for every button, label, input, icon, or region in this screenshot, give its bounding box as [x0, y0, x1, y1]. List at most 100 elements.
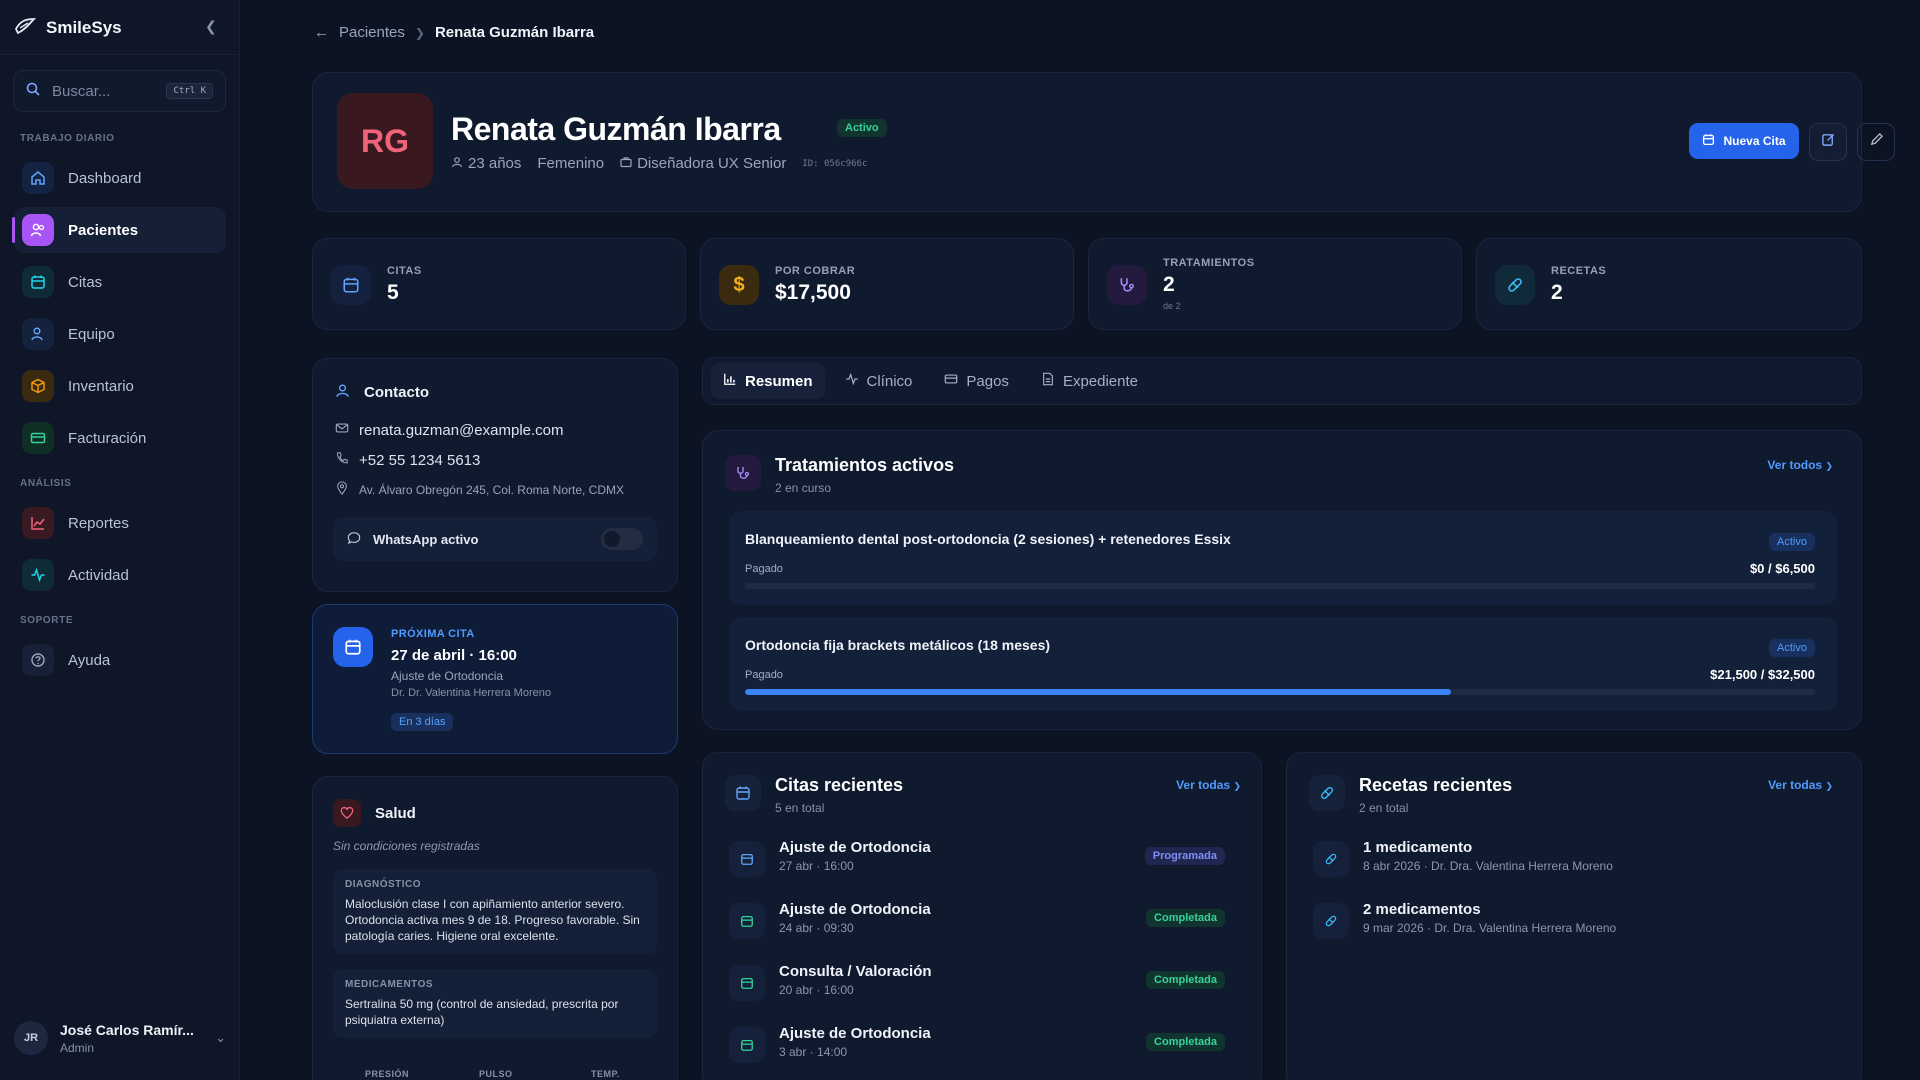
person-icon	[451, 155, 463, 172]
treatment-status: Activo	[1769, 533, 1815, 551]
stat-label: POR COBRAR	[775, 265, 856, 277]
sidebar-item-facturacion[interactable]: Facturación	[14, 415, 226, 461]
vital-pulse-label: PULSO	[479, 1069, 513, 1079]
prescription-row[interactable]: 2 medicamentos 9 mar 2026 · Dr. Dra. Val…	[1313, 897, 1823, 947]
prescription-title: 1 medicamento	[1363, 839, 1473, 856]
chevron-right-icon: ❯	[1825, 781, 1833, 791]
tab-label: Expediente	[1062, 372, 1138, 390]
brand[interactable]: SmileSys	[14, 16, 122, 40]
sidebar-item-pacientes[interactable]: Pacientes	[12, 207, 226, 253]
back-arrow-icon[interactable]: ←	[314, 24, 329, 41]
sidebar-item-ayuda[interactable]: Ayuda	[14, 637, 226, 683]
tab-resumen[interactable]: Resumen	[711, 363, 825, 399]
phone-icon	[335, 451, 349, 469]
collapse-sidebar-icon[interactable]: ❮	[205, 18, 217, 35]
document-icon	[1041, 372, 1055, 390]
stat-card-por-cobrar: $ POR COBRAR $17,500	[700, 238, 1074, 330]
mail-icon	[335, 421, 349, 439]
contact-address-text: Av. Álvaro Obregón 245, Col. Roma Norte,…	[359, 482, 624, 497]
appointment-row[interactable]: Ajuste de Ortodoncia 3 abr · 14:00 Compl…	[729, 1021, 1239, 1071]
edit-record-button[interactable]	[1809, 123, 1847, 161]
stat-card-recetas: RECETAS 2	[1476, 238, 1862, 330]
status-badge: Programada	[1144, 847, 1225, 865]
search-input[interactable]: Buscar...	[52, 83, 154, 100]
chart-icon	[22, 507, 54, 539]
box-icon	[22, 370, 54, 402]
sidebar-item-dashboard[interactable]: Dashboard	[14, 155, 226, 201]
contact-card: Contacto renata.guzman@example.com +52 5…	[312, 358, 678, 592]
contact-email[interactable]: renata.guzman@example.com	[335, 421, 564, 439]
treatment-item[interactable]: Blanqueamiento dental post-ortodoncia (2…	[729, 511, 1837, 605]
sidebar-item-label: Facturación	[68, 429, 147, 447]
appointments-sub: 5 en total	[775, 801, 825, 815]
next-appointment-card[interactable]: PRÓXIMA CITA 27 de abril · 16:00 Ajuste …	[312, 604, 678, 754]
chevron-down-icon[interactable]: ⌄	[215, 1030, 226, 1046]
next-appointment-doctor: Dr. Dr. Valentina Herrera Moreno	[391, 687, 551, 699]
sidebar-item-label: Inventario	[68, 377, 134, 395]
appointment-when: 24 abr · 09:30	[779, 921, 854, 935]
health-title-text: Salud	[375, 804, 416, 822]
patient-header: RG Renata Guzmán Ibarra Activo 23 años F…	[312, 72, 1895, 212]
status-badge: Completada	[1146, 909, 1225, 927]
sidebar-item-label: Dashboard	[68, 169, 142, 187]
health-card: Salud Sin condiciones registradas DIAGNÓ…	[312, 776, 678, 1080]
stat-value: 2	[1551, 281, 1563, 304]
sidebar-item-reportes[interactable]: Reportes	[14, 500, 226, 546]
contact-email-text: renata.guzman@example.com	[359, 421, 564, 439]
contact-phone[interactable]: +52 55 1234 5613	[335, 451, 480, 469]
appointment-title: Ajuste de Ortodoncia	[779, 1025, 931, 1042]
sidebar-item-actividad[interactable]: Actividad	[14, 552, 226, 598]
breadcrumb-parent[interactable]: Pacientes	[339, 24, 405, 41]
appointment-row[interactable]: Ajuste de Ortodoncia 24 abr · 09:30 Comp…	[729, 897, 1239, 947]
user-name: José Carlos Ramír...	[60, 1021, 194, 1038]
whatsapp-row: WhatsApp activo	[333, 517, 657, 561]
treatment-paid-label: Pagado	[745, 669, 783, 681]
calendar-icon	[333, 627, 373, 667]
divider	[0, 54, 240, 55]
tab-expediente[interactable]: Expediente	[1029, 363, 1150, 399]
patient-gender: Femenino	[537, 155, 605, 172]
edit-button[interactable]	[1857, 123, 1895, 161]
sidebar-item-equipo[interactable]: Equipo	[14, 311, 226, 357]
appointment-row[interactable]: Consulta / Valoración 20 abr · 16:00 Com…	[729, 959, 1239, 1009]
patient-avatar: RG	[337, 93, 433, 189]
view-all-prescriptions-link[interactable]: Ver todas ❯	[1768, 778, 1833, 792]
view-all-appointments-link[interactable]: Ver todas ❯	[1176, 778, 1241, 792]
next-appointment-countdown: En 3 días	[391, 713, 454, 731]
person-icon	[335, 383, 350, 402]
sidebar-item-inventario[interactable]: Inventario	[14, 363, 226, 409]
tab-pagos[interactable]: Pagos	[932, 363, 1021, 399]
sidebar-item-citas[interactable]: Citas	[14, 259, 226, 305]
treatment-item[interactable]: Ortodoncia fija brackets metálicos (18 m…	[729, 617, 1837, 711]
stat-sub: de 2	[1163, 301, 1181, 311]
search-box[interactable]: Buscar... Ctrl K	[13, 70, 226, 112]
view-all-label: Ver todos	[1767, 458, 1823, 472]
whatsapp-toggle[interactable]	[601, 528, 643, 550]
tab-clinico[interactable]: Clínico	[833, 363, 925, 399]
patient-occupation-text: Diseñadora UX Senior	[637, 155, 787, 172]
prescription-row[interactable]: 1 medicamento 8 abr 2026 · Dr. Dra. Vale…	[1313, 835, 1823, 885]
status-badge: Completada	[1146, 971, 1225, 989]
appointment-row[interactable]: Ajuste de Ortodoncia 27 abr · 16:00 Prog…	[729, 835, 1239, 885]
chevron-right-icon: ❯	[414, 25, 425, 40]
stat-value: $17,500	[775, 281, 851, 304]
next-appointment-type: Ajuste de Ortodoncia	[391, 669, 504, 683]
contact-title-text: Contacto	[364, 384, 429, 401]
new-appointment-button[interactable]: Nueva Cita	[1689, 123, 1799, 159]
user-menu[interactable]: JR José Carlos Ramír... Admin ⌄	[14, 1012, 226, 1064]
appointment-title: Ajuste de Ortodoncia	[779, 839, 931, 856]
chat-bubble-icon	[347, 531, 361, 548]
credit-card-icon	[22, 422, 54, 454]
patient-age-text: 23 años	[468, 155, 522, 172]
section-label-daily: TRABAJO DIARIO	[20, 133, 115, 144]
sidebar-item-label: Actividad	[68, 566, 129, 584]
sidebar: SmileSys ❮ Buscar... Ctrl K TRABAJO DIAR…	[0, 0, 240, 1080]
credit-card-icon	[944, 372, 958, 390]
patient-age: 23 años	[451, 155, 521, 172]
calendar-icon	[729, 841, 765, 877]
dollar-icon: $	[719, 265, 759, 305]
view-all-treatments-link[interactable]: Ver todos ❯	[1767, 458, 1833, 472]
treatment-name: Blanqueamiento dental post-ortodoncia (2…	[745, 531, 1231, 547]
medications-text: Sertralina 50 mg (control de ansiedad, p…	[345, 997, 619, 1027]
treatment-paid-amount: $0 / $6,500	[1749, 561, 1815, 576]
